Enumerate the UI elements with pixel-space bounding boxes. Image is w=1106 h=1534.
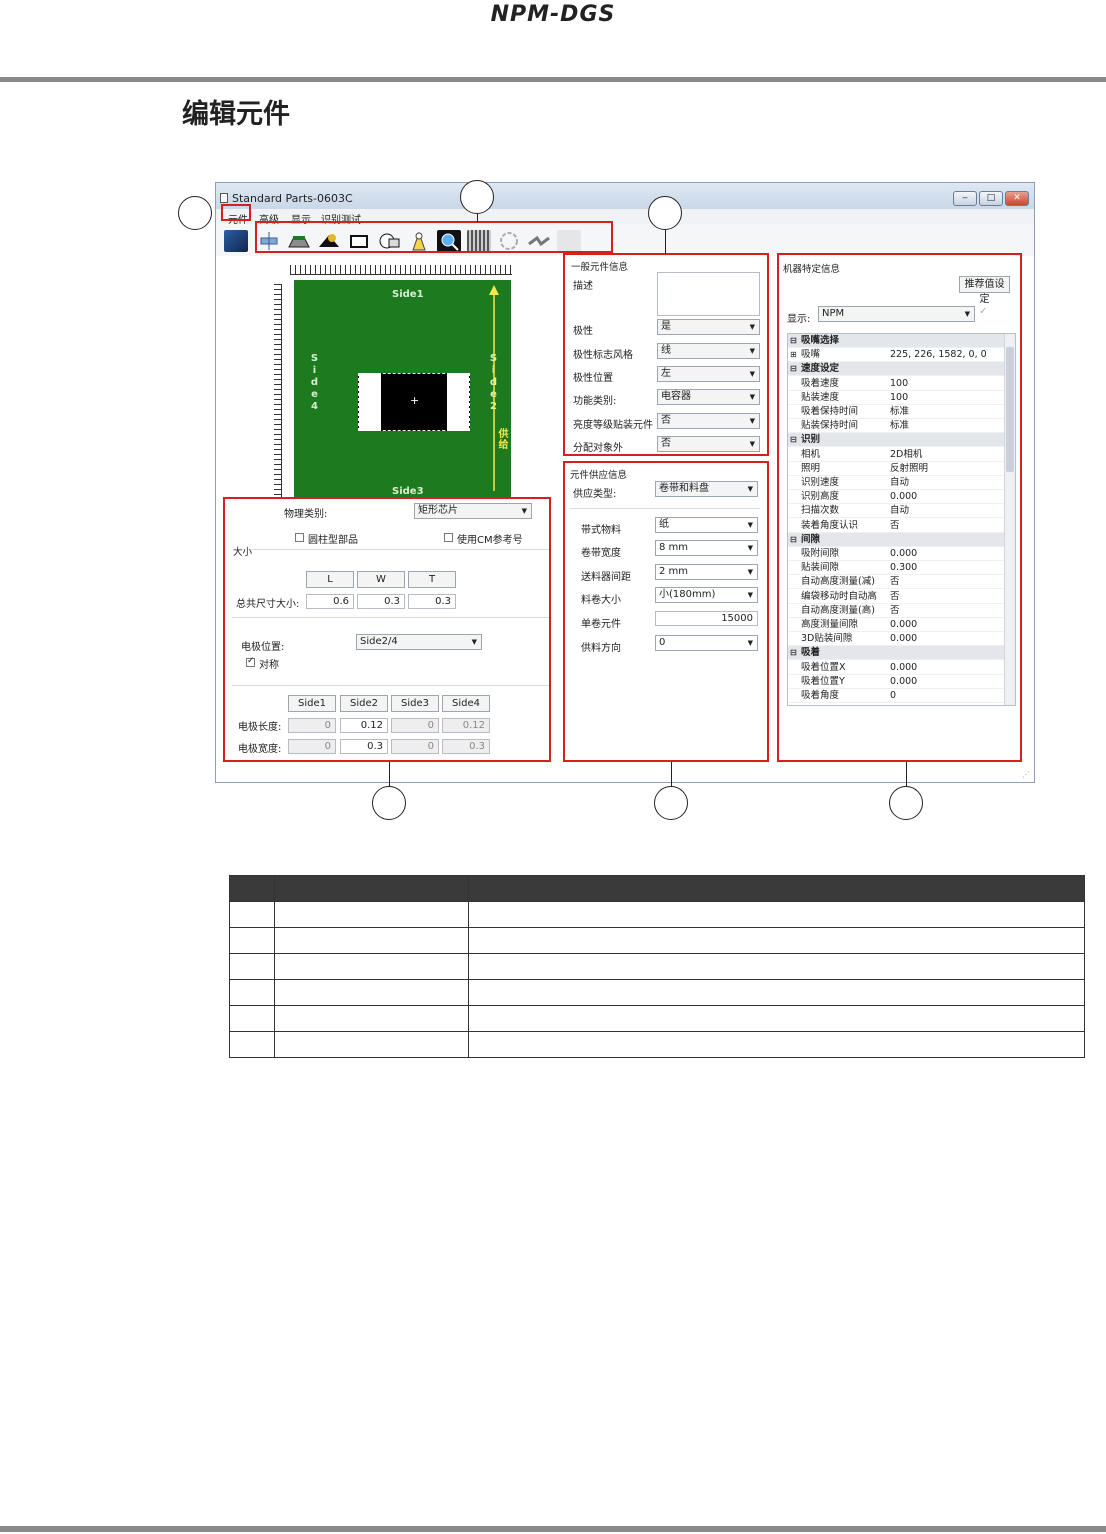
callout-circle-general-info (648, 196, 682, 230)
maximize-button[interactable]: □ (979, 191, 1003, 206)
callout-circle-machine-info (889, 786, 923, 820)
callout-circle-supply-info (654, 786, 688, 820)
highlight-toolbar (255, 221, 613, 253)
highlight-machine-info (777, 253, 1022, 762)
table-row (229, 953, 1085, 980)
legend-header-row (229, 875, 1085, 902)
table-row (229, 1005, 1085, 1032)
callout-circle-part-menu (178, 196, 212, 230)
callout-leader (389, 762, 390, 787)
minimize-button[interactable]: ‒ (953, 191, 977, 206)
feed-arrow-icon (489, 285, 499, 491)
legend-table (229, 875, 1085, 1058)
close-button[interactable]: ✕ (1005, 191, 1029, 206)
vertical-ruler (274, 284, 282, 498)
callout-leader (665, 230, 666, 254)
highlight-general-info (563, 253, 769, 456)
highlight-supply-info (563, 461, 769, 762)
horizontal-ruler (290, 265, 512, 275)
side3-label: Side3 (392, 486, 424, 497)
footer-rule (0, 1526, 1106, 1532)
callout-circle-physical-info (372, 786, 406, 820)
callout-leader (906, 762, 907, 787)
callout-leader (671, 762, 672, 787)
table-row (229, 1031, 1085, 1058)
title-bar: Standard Parts-0603C ‒ □ ✕ (216, 183, 1034, 209)
window-app-icon (220, 193, 228, 203)
callout-circle-toolbar (460, 180, 494, 214)
callout-leader (477, 214, 478, 222)
side4-label: Side4 (309, 353, 320, 413)
save-icon[interactable] (224, 230, 248, 252)
document-header: NPM-DGS (490, 2, 616, 27)
highlight-physical-info (223, 497, 551, 762)
resize-grip-icon[interactable]: ⋰ (1022, 770, 1030, 779)
chip-electrode-left (359, 373, 381, 431)
section-title: 编辑元件 (182, 99, 290, 130)
table-row (229, 927, 1085, 954)
chip-electrode-right (447, 373, 469, 431)
crosshair-icon: + (410, 394, 420, 407)
table-row (229, 979, 1085, 1006)
table-row (229, 901, 1085, 928)
header-rule (0, 77, 1106, 82)
highlight-part-menu (221, 204, 251, 221)
side1-label: Side1 (392, 289, 424, 300)
